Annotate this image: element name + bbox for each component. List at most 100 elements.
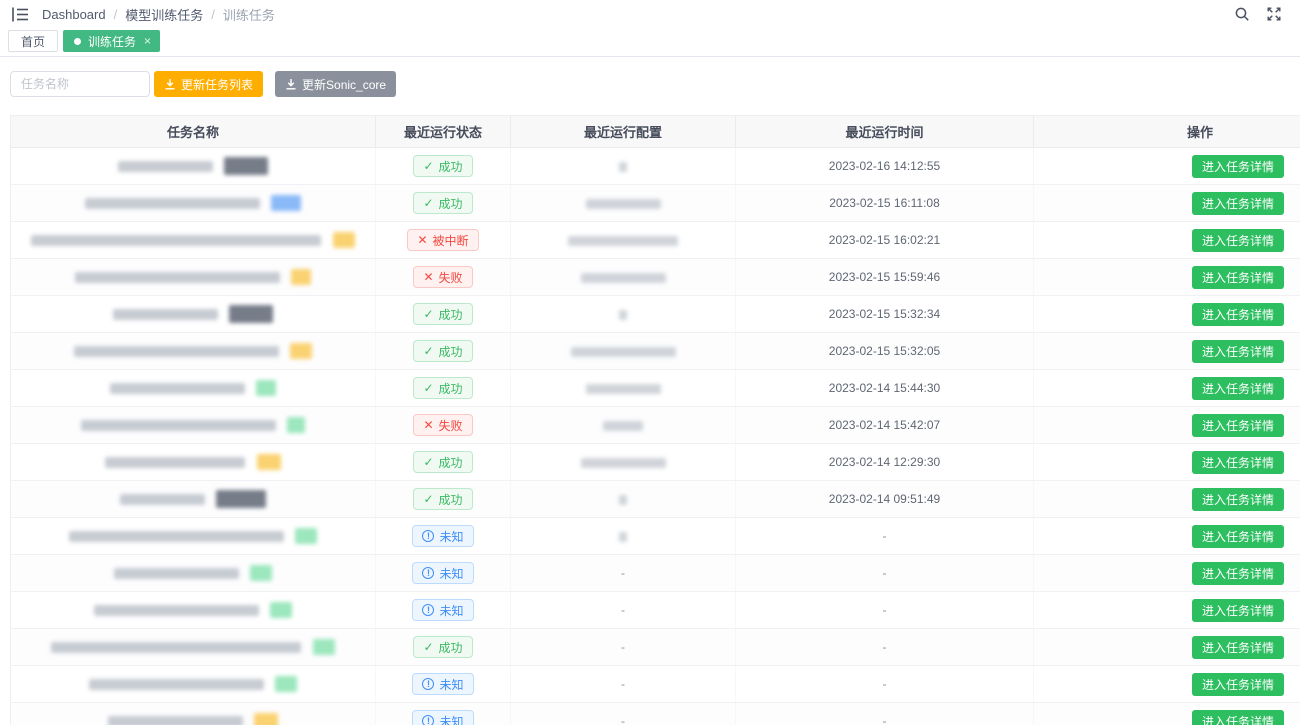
status-badge: ✕ 失败 [413,266,472,288]
status-cell: ✕ 失败 [376,259,511,296]
fullscreen-icon[interactable] [1262,2,1286,26]
status-badge: ✓ 成功 [413,636,472,658]
task-tag-redacted [287,417,305,433]
status-cell: ✓ 成功 [376,481,511,518]
enter-task-details-button[interactable]: 进入任务详情 [1192,562,1284,585]
task-name-redacted [114,568,239,579]
enter-task-details-button[interactable]: 进入任务详情 [1192,229,1284,252]
task-tag-redacted [254,713,278,725]
update-task-list-button[interactable]: 更新任务列表 [154,71,263,97]
status-label: 被中断 [433,232,469,249]
config-redacted [581,458,666,468]
status-cell: ✓ 成功 [376,444,511,481]
status-label: 成功 [439,454,463,471]
table-row: ✕ 被中断 2023-02-15 16:02:21 进入任务详情 [11,222,1300,259]
status-label: 成功 [439,158,463,175]
download-icon [285,78,297,90]
table-body: ✓ 成功 2023-02-16 14:12:55 进入任务详情 ✓ 成功 202… [11,148,1300,725]
task-name-redacted [110,383,245,394]
status-cell: ! 未知 [376,518,511,555]
enter-task-details-button[interactable]: 进入任务详情 [1192,340,1284,363]
enter-task-details-button[interactable]: 进入任务详情 [1192,414,1284,437]
status-badge: ✓ 成功 [413,488,472,510]
task-name-input[interactable] [10,71,150,97]
time-cell: 2023-02-14 12:29:30 [736,444,1034,481]
enter-task-details-button[interactable]: 进入任务详情 [1192,710,1284,725]
enter-task-details-button[interactable]: 进入任务详情 [1192,155,1284,178]
enter-task-details-button[interactable]: 进入任务详情 [1192,525,1284,548]
status-icon: ! [422,567,434,579]
enter-task-details-button[interactable]: 进入任务详情 [1192,636,1284,659]
enter-task-details-button[interactable]: 进入任务详情 [1192,488,1284,511]
config-cell [511,370,736,407]
config-redacted [603,421,643,431]
task-name-redacted [75,272,280,283]
breadcrumb-model-training[interactable]: 模型训练任务 [125,5,203,24]
enter-task-details-button[interactable]: 进入任务详情 [1192,377,1284,400]
status-badge: ✓ 成功 [413,303,472,325]
enter-task-details-button[interactable]: 进入任务详情 [1192,192,1284,215]
time-cell: - [736,629,1034,666]
time-cell: - [736,666,1034,703]
task-tag-redacted [275,676,297,692]
task-name-cell [11,518,376,555]
search-icon[interactable] [1230,2,1254,26]
enter-task-details-button[interactable]: 进入任务详情 [1192,266,1284,289]
config-cell [511,259,736,296]
tab-home[interactable]: 首页 [8,30,58,52]
enter-task-details-button[interactable]: 进入任务详情 [1192,303,1284,326]
status-badge: ✓ 成功 [413,155,472,177]
enter-task-details-button[interactable]: 进入任务详情 [1192,673,1284,696]
breadcrumb-dashboard[interactable]: Dashboard [42,7,106,22]
status-label: 成功 [439,195,463,212]
task-name-cell [11,703,376,725]
col-run-status: 最近运行状态 [376,116,511,148]
config-cell: - [511,629,736,666]
action-cell: 进入任务详情 [1034,185,1300,222]
action-cell: 进入任务详情 [1034,518,1300,555]
time-cell: - [736,592,1034,629]
top-bar: Dashboard / 模型训练任务 / 训练任务 [0,0,1300,28]
time-cell: - [736,555,1034,592]
status-label: 失败 [439,269,463,286]
task-name-redacted [51,642,301,653]
task-name-redacted [94,605,259,616]
status-badge: ✕ 失败 [413,414,472,436]
status-badge: ✓ 成功 [413,192,472,214]
config-cell: - [511,666,736,703]
task-name-redacted [120,494,205,505]
task-name-redacted [69,531,284,542]
status-cell: ✓ 成功 [376,296,511,333]
enter-task-details-button[interactable]: 进入任务详情 [1192,599,1284,622]
config-redacted [619,162,627,172]
action-cell: 进入任务详情 [1034,555,1300,592]
tab-training-tasks[interactable]: 训练任务 × [63,30,160,52]
status-cell: ✕ 失败 [376,407,511,444]
status-icon: ✓ [423,308,433,320]
update-sonic-core-button[interactable]: 更新Sonic_core [275,71,396,97]
status-icon: ✕ [423,419,433,431]
time-cell: 2023-02-15 15:32:34 [736,296,1034,333]
tab-close-icon[interactable]: × [144,35,151,47]
task-name-redacted [108,716,243,725]
enter-task-details-button[interactable]: 进入任务详情 [1192,451,1284,474]
status-label: 成功 [439,639,463,656]
table-row: ! 未知 - - 进入任务详情 [11,666,1300,703]
status-badge: ! 未知 [412,673,473,695]
status-cell: ✓ 成功 [376,148,511,185]
tasks-table: 任务名称 最近运行状态 最近运行配置 最近运行时间 操作 ✓ 成功 2023-0… [10,115,1300,725]
status-cell: ✓ 成功 [376,333,511,370]
task-name-cell [11,185,376,222]
status-label: 成功 [439,380,463,397]
time-cell: 2023-02-14 15:42:07 [736,407,1034,444]
status-icon: ! [422,530,434,542]
config-cell [511,518,736,555]
config-cell [511,148,736,185]
task-name-cell [11,407,376,444]
task-name-cell [11,629,376,666]
status-icon: ✕ [423,271,433,283]
config-cell [511,185,736,222]
sidebar-toggle-icon[interactable] [8,2,32,26]
status-icon: ✓ [423,493,433,505]
task-name-redacted [105,457,245,468]
